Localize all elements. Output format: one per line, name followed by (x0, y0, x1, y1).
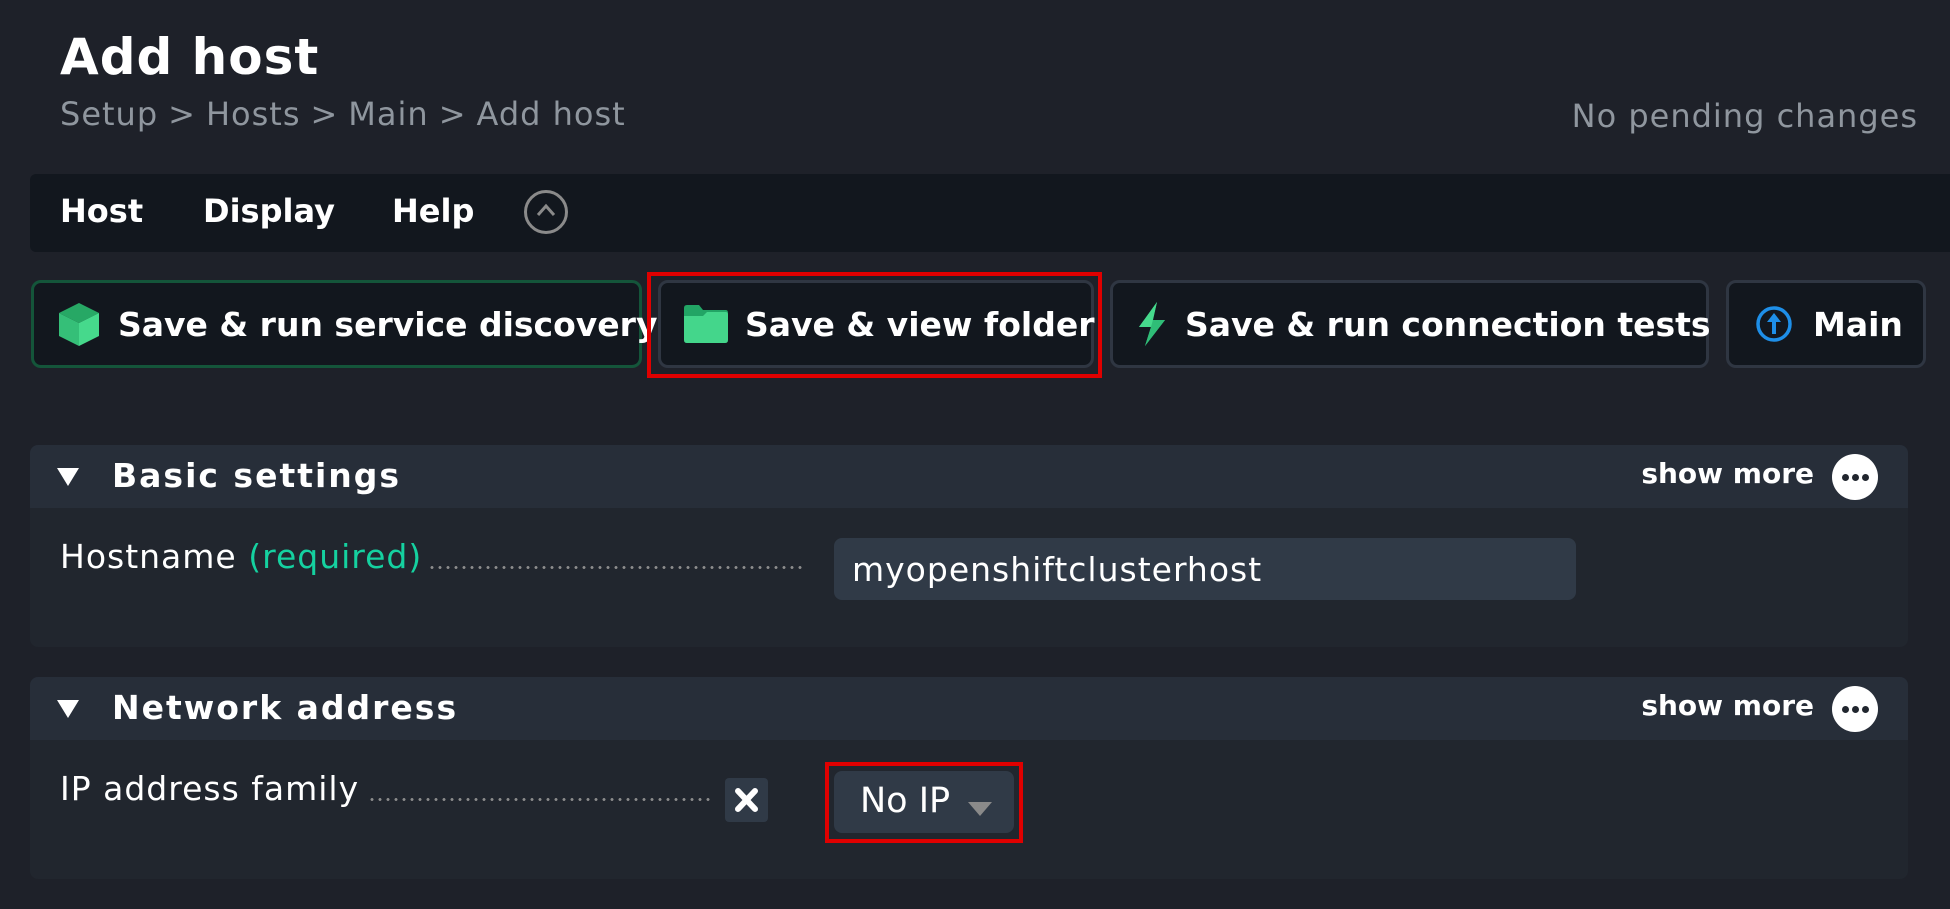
folder-icon (683, 301, 729, 347)
close-icon (735, 788, 758, 812)
pending-changes-status[interactable]: No pending changes (1572, 97, 1918, 135)
arrow-up-circle-icon (1751, 301, 1797, 347)
cube-icon (56, 301, 102, 347)
dropdown-arrow-icon (968, 802, 992, 816)
triangle-down-icon[interactable] (56, 699, 80, 719)
breadcrumb-separator: > (438, 95, 467, 133)
section-title[interactable]: Basic settings (112, 456, 401, 495)
section-network-address: Network address show more IP address fam… (30, 677, 1908, 879)
menu-host[interactable]: Host (60, 192, 143, 230)
button-label: Main (1813, 304, 1903, 344)
chevron-up-icon (536, 203, 556, 216)
breadcrumb-separator: > (168, 95, 196, 133)
more-options-icon[interactable] (1832, 686, 1878, 732)
breadcrumb-item-add-host: Add host (476, 95, 626, 133)
ip-address-family-label: IP address family (60, 769, 360, 808)
lightning-icon (1135, 301, 1169, 347)
menu-bar: Host Display Help (30, 174, 1950, 252)
show-more-link[interactable]: show more (1641, 689, 1814, 722)
breadcrumb: Setup > Hosts > Main > Add host (60, 95, 626, 133)
section-header[interactable]: Basic settings show more (30, 445, 1908, 508)
save-run-service-discovery-button[interactable]: Save & run service discovery (31, 280, 657, 368)
section-title[interactable]: Network address (112, 688, 458, 727)
breadcrumb-separator: > (310, 95, 339, 133)
label-leader-dots (368, 798, 714, 801)
select-value: No IP (860, 781, 951, 821)
button-label: Save & view folder (745, 304, 1095, 344)
hostname-input[interactable] (834, 538, 1576, 600)
button-label: Save & run connection tests (1185, 304, 1711, 344)
save-view-folder-button[interactable]: Save & view folder (658, 280, 1094, 368)
required-indicator: (required) (248, 537, 423, 576)
menu-help[interactable]: Help (392, 192, 474, 230)
hostname-label-text: Hostname (60, 537, 237, 576)
reset-to-default-button[interactable] (725, 778, 768, 822)
main-folder-button[interactable]: Main (1726, 280, 1926, 368)
collapse-menu-button[interactable] (524, 190, 568, 234)
page-title: Add host (60, 28, 320, 86)
show-more-link[interactable]: show more (1641, 457, 1814, 490)
breadcrumb-item-setup[interactable]: Setup (60, 95, 158, 133)
label-leader-dots (428, 566, 804, 569)
section-basic-settings: Basic settings show more Hostname (requi… (30, 445, 1908, 647)
breadcrumb-item-hosts[interactable]: Hosts (206, 95, 301, 133)
menu-display[interactable]: Display (203, 192, 335, 230)
hostname-label: Hostname (required) (60, 537, 422, 576)
save-run-connection-tests-button[interactable]: Save & run connection tests (1110, 280, 1711, 368)
breadcrumb-item-main[interactable]: Main (348, 95, 428, 133)
more-options-icon[interactable] (1832, 454, 1878, 500)
button-label: Save & run service discovery (118, 304, 658, 344)
ip-address-family-select[interactable]: No IP (834, 771, 1014, 833)
section-header[interactable]: Network address show more (30, 677, 1908, 740)
triangle-down-icon[interactable] (56, 467, 80, 487)
